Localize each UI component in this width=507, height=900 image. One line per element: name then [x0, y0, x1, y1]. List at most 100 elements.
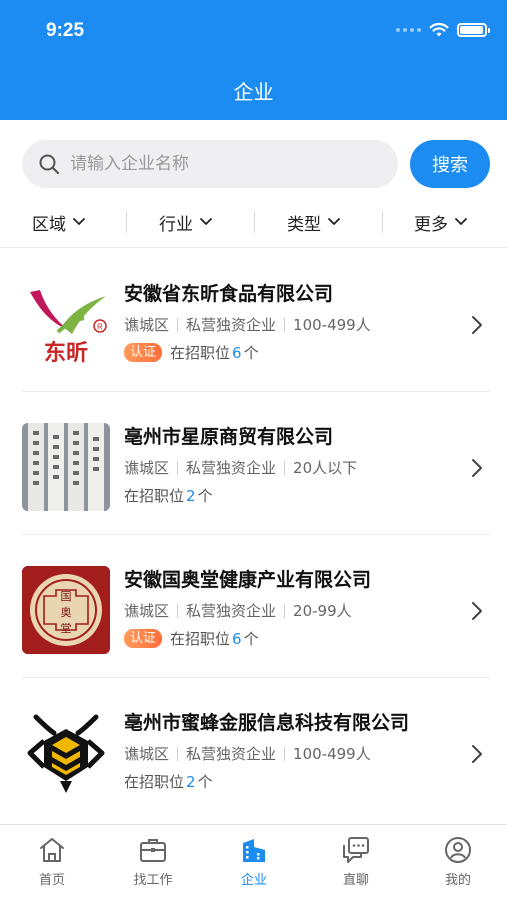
tab-label: 直聊: [342, 873, 369, 888]
company-jobs: 认证 在招职位 6 个: [124, 628, 259, 649]
company-item[interactable]: 亳州市蜜蜂金服信息科技有限公司 谯城区 私营独资企业 100-499人 在招职位…: [0, 678, 507, 821]
filter-industry[interactable]: 行业: [159, 198, 213, 246]
chevron-down-icon: [200, 218, 212, 225]
jobs-prefix: 在招职位: [170, 344, 231, 362]
svg-text:奥: 奥: [61, 605, 72, 619]
company-meta: 谯城区 私营独资企业 100-499人: [124, 743, 371, 764]
company-logo: [22, 423, 110, 511]
status-time: 9:25: [46, 20, 85, 41]
company-size: 20人以下: [293, 459, 358, 477]
chevron-down-icon: [455, 218, 467, 225]
company-district: 谯城区: [124, 316, 170, 334]
tab-label: 企业: [240, 873, 267, 888]
jobs-suffix: 个: [197, 487, 213, 505]
filter-label: 类型: [287, 214, 321, 235]
jobs-count: 2: [186, 772, 196, 791]
tab-jobs[interactable]: 找工作: [118, 835, 188, 888]
search-button[interactable]: 搜索: [410, 140, 490, 188]
jobs-prefix: 在招职位: [124, 773, 185, 791]
company-type: 私营独资企业: [186, 745, 277, 763]
status-icons: [396, 22, 490, 38]
meta-divider: [284, 317, 286, 332]
filter-divider: [254, 211, 255, 233]
verified-badge: 认证: [124, 629, 163, 648]
company-item[interactable]: 国 奥 堂 安徽国奥堂健康产业有限公司 谯城区 私营独资企业 20-99人 认证…: [0, 535, 507, 678]
filter-more[interactable]: 更多: [414, 198, 468, 246]
chevron-right-icon: [472, 459, 482, 477]
company-type: 私营独资企业: [186, 602, 277, 620]
briefcase-icon: [140, 839, 166, 862]
wifi-icon: [429, 22, 449, 37]
company-logo: 国 奥 堂: [22, 566, 110, 654]
company-district: 谯城区: [124, 459, 170, 477]
company-meta: 谯城区 私营独资企业 20-99人: [124, 600, 352, 621]
filter-label: 更多: [414, 214, 448, 235]
chevron-down-icon: [328, 218, 340, 225]
company-district: 谯城区: [124, 602, 170, 620]
tab-companies[interactable]: 企业: [219, 835, 289, 888]
company-logo: R 东昕: [22, 280, 110, 368]
signal-icon: [396, 28, 421, 32]
company-item[interactable]: R 东昕 安徽省东昕食品有限公司 谯城区 私营独资企业 100-499人 认证 …: [0, 249, 507, 392]
logo-text: 东昕: [44, 340, 88, 366]
battery-icon: [457, 23, 490, 37]
company-jobs: 认证 在招职位 6 个: [124, 342, 259, 363]
buildings-icon: [243, 839, 265, 862]
app-header: 9:25 企业: [0, 0, 507, 120]
filter-label: 区域: [32, 214, 66, 235]
filter-bar: 区域 行业 类型 更多: [0, 198, 507, 248]
meta-divider: [177, 317, 179, 332]
company-district: 谯城区: [124, 745, 170, 763]
search-field[interactable]: [22, 140, 398, 188]
tab-home[interactable]: 首页: [17, 835, 87, 888]
svg-text:堂: 堂: [61, 622, 72, 635]
filter-divider: [382, 211, 383, 233]
jobs-suffix: 个: [197, 773, 213, 791]
company-jobs: 在招职位 2 个: [124, 485, 213, 506]
tab-chat[interactable]: 直聊: [321, 835, 391, 888]
company-size: 100-499人: [293, 316, 371, 334]
page-title: 企业: [233, 80, 274, 104]
jobs-count: 2: [186, 486, 196, 505]
meta-divider: [177, 746, 179, 761]
meta-divider: [177, 603, 179, 618]
filter-label: 行业: [159, 214, 193, 235]
filter-type[interactable]: 类型: [287, 198, 341, 246]
tab-profile[interactable]: 我的: [423, 835, 493, 888]
jobs-suffix: 个: [243, 630, 259, 648]
meta-divider: [284, 460, 286, 475]
tab-label: 找工作: [133, 873, 173, 888]
chevron-right-icon: [472, 745, 482, 763]
filter-region[interactable]: 区域: [32, 198, 86, 246]
home-icon: [40, 838, 64, 862]
chat-icon: [343, 837, 369, 863]
svg-text:国: 国: [61, 590, 72, 603]
company-size: 20-99人: [293, 602, 352, 620]
company-name: 安徽省东昕食品有限公司: [124, 283, 334, 305]
jobs-count: 6: [232, 343, 242, 362]
svg-text:R: R: [97, 323, 103, 332]
company-item[interactable]: 亳州市星原商贸有限公司 谯城区 私营独资企业 20人以下 在招职位 2 个: [0, 392, 507, 535]
profile-icon: [445, 837, 471, 863]
chevron-right-icon: [472, 602, 482, 620]
company-name: 安徽国奥堂健康产业有限公司: [124, 569, 372, 591]
search-input[interactable]: [70, 154, 370, 174]
jobs-suffix: 个: [243, 344, 259, 362]
company-logo: [22, 709, 110, 797]
verified-badge: 认证: [124, 343, 163, 362]
company-name: 亳州市蜜蜂金服信息科技有限公司: [124, 712, 410, 734]
company-meta: 谯城区 私营独资企业 100-499人: [124, 314, 371, 335]
search-icon: [39, 154, 60, 175]
tab-label: 我的: [444, 873, 471, 888]
meta-divider: [284, 746, 286, 761]
jobs-prefix: 在招职位: [124, 487, 185, 505]
chevron-right-icon: [472, 316, 482, 334]
meta-divider: [177, 460, 179, 475]
search-bar: 搜索: [22, 140, 490, 188]
company-jobs: 在招职位 2 个: [124, 771, 213, 792]
jobs-prefix: 在招职位: [170, 630, 231, 648]
filter-divider: [126, 211, 127, 233]
company-name: 亳州市星原商贸有限公司: [124, 426, 334, 448]
bottom-tab-bar: 首页 找工作 企业 直聊 我的: [0, 824, 507, 900]
jobs-count: 6: [232, 629, 242, 648]
